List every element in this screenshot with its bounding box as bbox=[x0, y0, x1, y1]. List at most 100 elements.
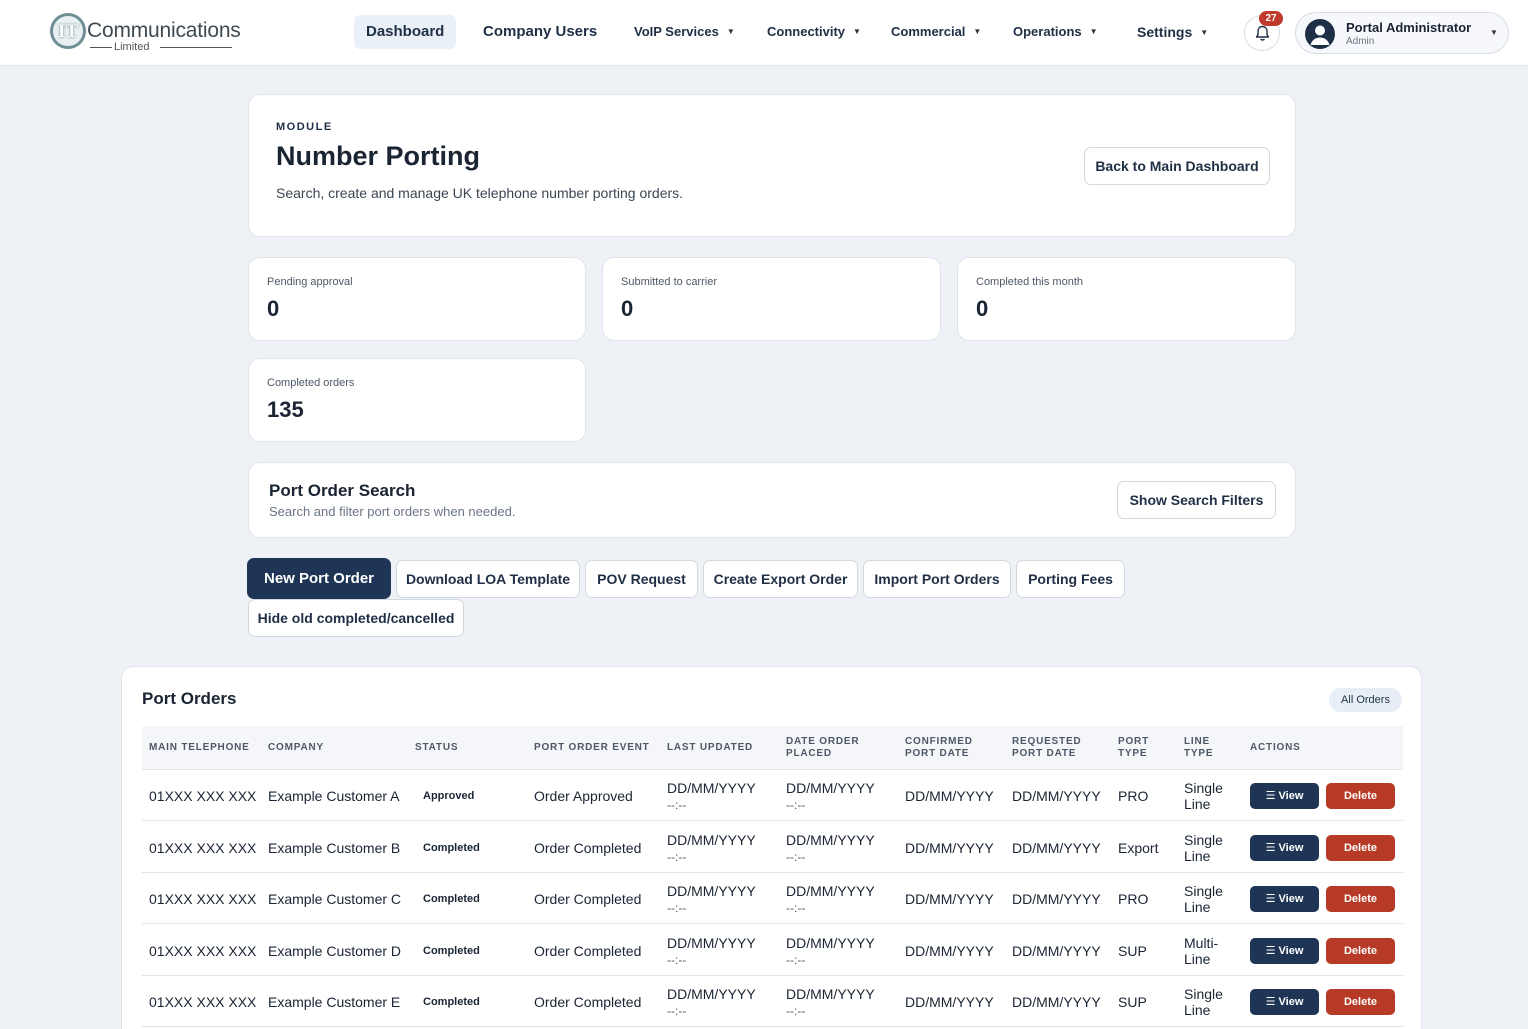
stat-label: Completed orders bbox=[267, 377, 355, 389]
header-line: CONFIRMED bbox=[905, 736, 973, 747]
delete-order-button[interactable]: Delete bbox=[1326, 937, 1395, 964]
cell-port-type: PRO bbox=[1118, 788, 1149, 804]
column-header-main-telephone[interactable]: MAIN TELEPHONE bbox=[149, 742, 250, 754]
column-header-event[interactable]: PORT ORDER EVENT bbox=[534, 742, 650, 754]
pov-request-button[interactable]: POV Request bbox=[585, 560, 698, 598]
nav-settings-label: Settings bbox=[1137, 24, 1193, 40]
stat-card-submitted-to-carrier: Submitted to carrier 0 bbox=[602, 257, 941, 341]
table-row[interactable]: 01XXX XXX XXX Example Customer C Complet… bbox=[142, 873, 1403, 924]
nav-dashboard[interactable]: Dashboard bbox=[354, 15, 457, 49]
cell-port-type: Export bbox=[1118, 839, 1159, 856]
stat-card-completed-orders: Completed orders 135 bbox=[248, 358, 586, 442]
cell-line: Line bbox=[1184, 1002, 1211, 1018]
column-header-line-type[interactable]: LINE TYPE bbox=[1184, 736, 1213, 760]
column-header-requested-port-date[interactable]: REQUESTED PORT DATE bbox=[1012, 736, 1081, 760]
port-order-search-card: Port Order Search Search and filter port… bbox=[248, 462, 1296, 538]
cell-line: Single bbox=[1184, 780, 1223, 796]
view-order-button[interactable]: ☰ View bbox=[1250, 783, 1319, 809]
delete-order-button[interactable]: Delete bbox=[1326, 834, 1395, 861]
user-name: Portal Administrator bbox=[1346, 20, 1472, 35]
table-row[interactable]: 01XXX XXX XXX Example Customer A Approve… bbox=[142, 770, 1403, 821]
column-header-company[interactable]: COMPANY bbox=[268, 742, 324, 754]
create-export-order-button[interactable]: Create Export Order bbox=[703, 560, 858, 598]
cell-date: DD/MM/YYYY bbox=[786, 780, 875, 796]
cell-date: DD/MM/YYYY bbox=[667, 986, 756, 1002]
table-row[interactable]: 01XXX XXX XXX Example Customer B Complet… bbox=[142, 822, 1403, 873]
user-menu[interactable]: Portal Administrator Admin ▼ bbox=[1295, 12, 1509, 54]
column-header-status[interactable]: STATUS bbox=[415, 742, 458, 754]
download-loa-template-button[interactable]: Download LOA Template bbox=[396, 560, 580, 598]
delete-order-button[interactable]: Delete bbox=[1326, 783, 1395, 809]
view-order-button[interactable]: ☰ View bbox=[1250, 834, 1319, 861]
nav-commercial[interactable]: Commercial ▼ bbox=[891, 15, 981, 49]
avatar bbox=[1305, 19, 1335, 49]
list-icon: ☰ bbox=[1265, 893, 1276, 905]
back-to-dashboard-button[interactable]: Back to Main Dashboard bbox=[1084, 147, 1270, 185]
cell-main-telephone: 01XXX XXX XXX bbox=[149, 891, 257, 907]
cell-confirmed-port-date: DD/MM/YYYY bbox=[905, 891, 994, 907]
cell-date: DD/MM/YYYY bbox=[667, 883, 756, 899]
table-header: MAIN TELEPHONE COMPANY STATUS PORT ORDER… bbox=[142, 726, 1403, 770]
status-badge: Approved bbox=[423, 790, 475, 802]
column-header-actions: ACTIONS bbox=[1250, 742, 1301, 753]
cell-last-updated: DD/MM/YYYY --:-- bbox=[667, 780, 756, 813]
delete-order-button[interactable]: Delete bbox=[1326, 886, 1395, 912]
cell-time: --:-- bbox=[667, 849, 687, 864]
porting-fees-button[interactable]: Porting Fees bbox=[1016, 560, 1125, 598]
logo-subtitle: Limited bbox=[114, 41, 150, 53]
cell-main-telephone: 01XXX XXX XXX bbox=[149, 994, 257, 1010]
cell-date-order-placed: DD/MM/YYYY --:-- bbox=[786, 986, 875, 1019]
logo-rule-left bbox=[90, 47, 112, 48]
company-logo[interactable]: IT Communications Limited bbox=[50, 13, 241, 53]
nav-operations[interactable]: Operations ▼ bbox=[1013, 15, 1098, 49]
column-header-last-updated[interactable]: LAST UPDATED bbox=[667, 742, 753, 754]
view-order-button[interactable]: ☰ View bbox=[1250, 989, 1319, 1015]
cell-time: --:-- bbox=[667, 952, 687, 967]
nav-voip-services[interactable]: VoIP Services ▼ bbox=[634, 15, 735, 49]
table-row[interactable]: 01XXX XXX XXX Example Customer D Complet… bbox=[142, 925, 1403, 976]
cell-date: DD/MM/YYYY bbox=[667, 831, 756, 848]
page-title: Number Porting bbox=[276, 141, 481, 171]
user-role: Admin bbox=[1346, 36, 1375, 47]
cell-date: DD/MM/YYYY bbox=[667, 934, 756, 951]
hide-old-completed-button[interactable]: Hide old completed/cancelled bbox=[248, 599, 464, 637]
nav-company-users[interactable]: Company Users bbox=[483, 15, 597, 49]
search-subtitle: Search and filter port orders when neede… bbox=[269, 504, 516, 519]
orders-title: Port Orders bbox=[142, 689, 237, 708]
view-order-button[interactable]: ☰ View bbox=[1250, 937, 1319, 964]
cell-line: Single bbox=[1184, 831, 1223, 848]
module-label: MODULE bbox=[276, 121, 333, 133]
cell-confirmed-port-date: DD/MM/YYYY bbox=[905, 839, 994, 856]
nav-connectivity[interactable]: Connectivity ▼ bbox=[767, 15, 861, 49]
status-badge: Completed bbox=[423, 841, 480, 854]
cell-time: --:-- bbox=[786, 952, 806, 967]
cell-confirmed-port-date: DD/MM/YYYY bbox=[905, 942, 994, 959]
delete-order-button[interactable]: Delete bbox=[1326, 989, 1395, 1015]
new-port-order-button[interactable]: New Port Order bbox=[247, 558, 391, 599]
column-header-port-type[interactable]: PORT TYPE bbox=[1118, 736, 1149, 760]
cell-company: Example Customer C bbox=[268, 891, 402, 907]
column-header-confirmed-port-date[interactable]: CONFIRMED PORT DATE bbox=[905, 736, 973, 760]
nav-settings[interactable]: Settings ▼ bbox=[1137, 15, 1208, 49]
all-orders-filter-pill[interactable]: All Orders bbox=[1329, 688, 1402, 712]
cell-line: Multi- bbox=[1184, 934, 1219, 951]
cell-requested-port-date: DD/MM/YYYY bbox=[1012, 942, 1101, 959]
view-order-button[interactable]: ☰ View bbox=[1250, 886, 1319, 912]
cell-company: Example Customer E bbox=[268, 994, 401, 1010]
chevron-down-icon: ▼ bbox=[1490, 28, 1498, 37]
cell-line: Line bbox=[1184, 796, 1211, 812]
logo-rule-right bbox=[160, 47, 232, 48]
cell-time: --:-- bbox=[786, 1004, 806, 1018]
stat-card-completed-this-month: Completed this month 0 bbox=[957, 257, 1296, 341]
cell-company: Example Customer A bbox=[268, 788, 400, 804]
import-port-orders-button[interactable]: Import Port Orders bbox=[863, 560, 1011, 598]
column-header-date-placed[interactable]: DATE ORDER PLACED bbox=[786, 736, 859, 760]
table-row[interactable]: 01XXX XXX XXX Example Customer E Complet… bbox=[142, 976, 1403, 1027]
show-search-filters-button[interactable]: Show Search Filters bbox=[1117, 481, 1276, 519]
view-label: View bbox=[1278, 996, 1304, 1008]
stat-value: 0 bbox=[976, 296, 989, 321]
list-icon: ☰ bbox=[1265, 790, 1276, 802]
header-line: PLACED bbox=[786, 748, 832, 759]
header-line: PORT bbox=[1118, 736, 1149, 747]
cell-time: --:-- bbox=[786, 798, 806, 812]
